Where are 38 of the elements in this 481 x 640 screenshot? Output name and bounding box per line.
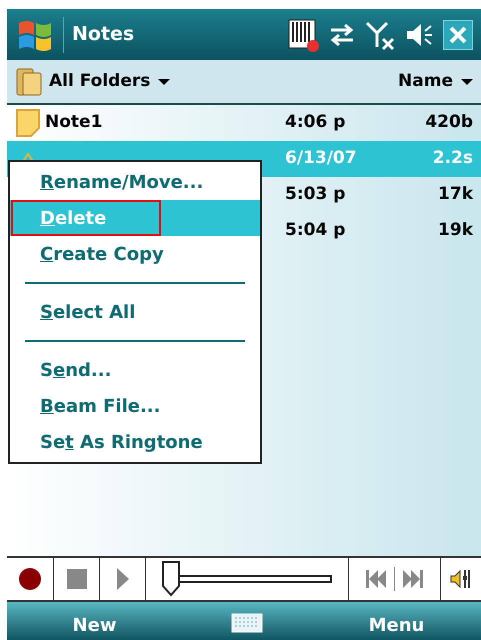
file-name: Note1 <box>45 111 102 134</box>
file-date: 4:06 p <box>285 111 346 134</box>
stop-icon <box>66 569 86 589</box>
slider-thumb[interactable] <box>162 561 180 597</box>
menu-item[interactable]: Send... <box>10 352 260 388</box>
previous-button[interactable] <box>366 570 386 588</box>
sim-card-error-icon <box>287 18 319 52</box>
caret-icon <box>461 78 473 84</box>
file-size: 420b <box>424 111 473 134</box>
seek-slider[interactable] <box>162 561 332 597</box>
record-icon <box>19 568 41 590</box>
file-size: 2.2s <box>432 147 473 170</box>
file-size: 17k <box>437 183 473 206</box>
file-row[interactable]: Note1 4:06 p 420b <box>7 105 481 141</box>
speaker-icon <box>405 22 435 48</box>
close-button[interactable] <box>443 20 473 50</box>
sort-dropdown[interactable]: Name <box>398 68 473 94</box>
next-button[interactable] <box>403 570 423 588</box>
play-icon <box>116 568 128 590</box>
menu-soft-key[interactable]: Menu <box>312 604 481 638</box>
menu-item[interactable]: Select All <box>10 294 260 330</box>
file-date: 5:03 p <box>285 183 346 206</box>
skip-forward-icon <box>403 570 423 588</box>
file-size: 19k <box>437 219 473 242</box>
note-icon <box>15 108 41 138</box>
folder-dropdown[interactable]: All Folders <box>15 66 170 96</box>
volume-slider-icon <box>450 568 472 590</box>
window-title: Notes <box>72 22 134 48</box>
close-icon <box>449 26 467 44</box>
file-date: 6/13/07 <box>285 147 358 170</box>
new-soft-key[interactable]: New <box>7 604 182 638</box>
keyboard-icon <box>231 613 263 633</box>
skip-back-icon <box>366 570 386 588</box>
caret-icon <box>158 78 170 84</box>
file-date: 5:04 p <box>285 219 346 242</box>
menu-item[interactable]: Set As Ringtone <box>10 424 260 460</box>
menu-item[interactable]: Beam File... <box>10 388 260 424</box>
menu-item[interactable]: Create Copy <box>10 236 260 272</box>
